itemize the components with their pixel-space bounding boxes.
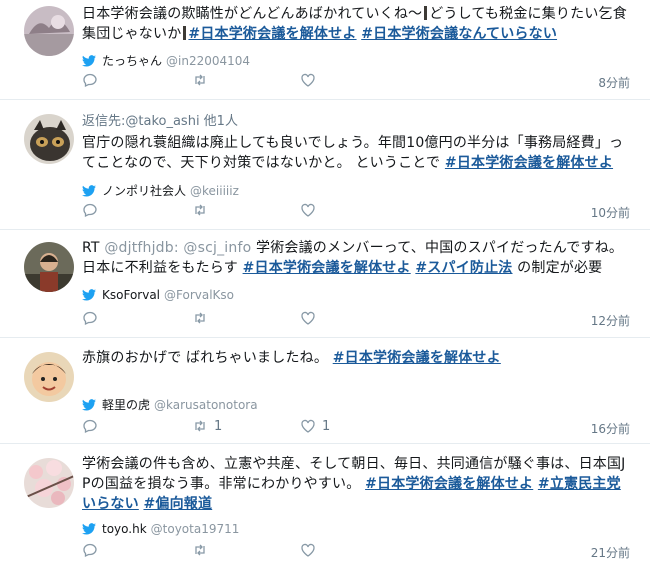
timestamp[interactable]: 21分前 xyxy=(591,544,630,561)
twitter-bird-icon xyxy=(82,523,96,535)
heart-icon xyxy=(301,311,315,325)
reply-icon xyxy=(83,203,97,218)
tweet-text: 赤旗のおかげで ばれちゃいましたね。 #日本学術会議を解体せよ xyxy=(82,348,630,368)
display-name[interactable]: 軽里の虎 xyxy=(102,396,150,413)
like-button[interactable] xyxy=(300,310,322,326)
hashtag-link[interactable]: #日本学術会議を解体せよ xyxy=(333,350,501,366)
reply-button[interactable] xyxy=(82,72,104,88)
text-span: の制定が必要 xyxy=(512,260,603,276)
retweet-icon xyxy=(195,312,205,324)
mention-text: @djtfhjdb: @scj_info xyxy=(104,240,252,256)
text-span: 日本学術会議の欺瞞性がどんどんあばかれていくね〜 xyxy=(82,6,423,22)
tweet-1[interactable]: 日本学術会議の欺瞞性がどんどんあばかれていくね〜 どうしても税金に集りたい乞食集団… xyxy=(0,0,650,100)
handle[interactable]: @toyota19711 xyxy=(151,522,240,536)
hashtag-link[interactable]: #日本学術会議なんていらない xyxy=(361,26,557,42)
timestamp[interactable]: 12分前 xyxy=(591,312,630,329)
reply-button[interactable] xyxy=(82,310,104,326)
user-info[interactable]: toyo.hk @toyota19711 xyxy=(82,522,239,536)
display-name[interactable]: toyo.hk xyxy=(102,522,147,536)
hashtag-link[interactable]: #スパイ防止法 xyxy=(415,260,512,276)
heart-icon xyxy=(301,203,315,217)
tweet-3[interactable]: RT @djtfhjdb: @scj_info 学術会議のメンバーって、中国のス… xyxy=(0,230,650,338)
avatar[interactable] xyxy=(24,6,74,56)
tweet-2[interactable]: 返信先:@tako_ashi 他1人 官庁の隠れ蓑組織は廃止しても良いでしょう。… xyxy=(0,100,650,230)
handle[interactable]: @karusatonotora xyxy=(154,398,258,412)
twitter-bird-icon xyxy=(82,54,96,67)
separator-bar-emoji xyxy=(424,6,428,20)
twitter-bird-icon xyxy=(82,289,96,301)
text-span: 赤旗のおかげで ばれちゃいましたね。 xyxy=(82,350,333,366)
reply-button[interactable] xyxy=(82,542,104,558)
heart-icon xyxy=(301,543,315,557)
tweet-text: 日本学術会議の欺瞞性がどんどんあばかれていくね〜 どうしても税金に集りたい乞食集団… xyxy=(82,4,630,44)
user-info[interactable]: たっちゃん @in22004104 xyxy=(82,52,250,69)
tweet-5[interactable]: 学術会議の件も含め、立憲や共産、そして朝日、毎日、共同通信が騒ぐ事は、日本国JP… xyxy=(0,444,650,568)
display-name[interactable]: たっちゃん xyxy=(102,52,162,69)
hashtag-link[interactable]: #偏向報道 xyxy=(143,496,212,512)
tweet-text: RT @djtfhjdb: @scj_info 学術会議のメンバーって、中国のス… xyxy=(82,238,630,278)
reply-icon xyxy=(83,311,97,326)
retweet-icon xyxy=(195,204,205,216)
avatar[interactable] xyxy=(24,242,74,292)
like-button[interactable] xyxy=(300,202,322,218)
heart-icon xyxy=(301,73,315,87)
heart-icon xyxy=(301,419,315,433)
separator-bar-emoji xyxy=(183,26,187,40)
retweet-button[interactable] xyxy=(192,72,214,88)
hashtag-link[interactable]: #日本学術会議を解体せよ xyxy=(365,476,533,492)
like-count: 1 xyxy=(322,418,331,434)
avatar[interactable] xyxy=(24,352,74,402)
reply-to-label[interactable]: 返信先:@tako_ashi 他1人 xyxy=(82,110,630,129)
retweet-icon xyxy=(195,74,205,86)
reply-button[interactable] xyxy=(82,418,104,434)
twitter-bird-icon xyxy=(82,184,96,197)
handle[interactable]: @keiiiiiz xyxy=(190,184,239,198)
retweet-button[interactable] xyxy=(192,202,214,218)
reply-button[interactable] xyxy=(82,202,104,218)
user-info[interactable]: 軽里の虎 @karusatonotora xyxy=(82,396,258,413)
retweet-icon xyxy=(195,544,205,556)
tweet-4[interactable]: 赤旗のおかげで ばれちゃいましたね。 #日本学術会議を解体せよ 軽里の虎 @ka… xyxy=(0,338,650,444)
text-span: RT xyxy=(82,240,105,256)
timestamp[interactable]: 10分前 xyxy=(591,204,630,221)
reply-icon xyxy=(83,73,97,88)
like-button[interactable] xyxy=(300,542,322,558)
retweet-button[interactable] xyxy=(192,310,214,326)
tweet-text: 学術会議の件も含め、立憲や共産、そして朝日、毎日、共同通信が騒ぐ事は、日本国JP… xyxy=(82,454,630,514)
hashtag-link[interactable]: #日本学術会議を解体せよ xyxy=(243,260,411,276)
like-button[interactable] xyxy=(300,72,322,88)
reply-icon xyxy=(83,543,97,558)
avatar[interactable] xyxy=(24,114,74,164)
twitter-bird-icon xyxy=(82,398,96,411)
like-button[interactable]: 1 xyxy=(300,418,330,434)
display-name[interactable]: ノンポリ社会人 xyxy=(102,182,186,199)
tweet-text: 官庁の隠れ蓑組織は廃止しても良いでしょう。年間10億円の半分は「事務局経費」って… xyxy=(82,133,630,173)
handle[interactable]: @in22004104 xyxy=(166,54,250,68)
timestamp[interactable]: 8分前 xyxy=(598,74,630,91)
timestamp[interactable]: 16分前 xyxy=(591,420,630,437)
reply-icon xyxy=(83,419,97,434)
retweet-button[interactable]: 1 xyxy=(192,418,222,434)
handle[interactable]: @ForvalKso xyxy=(164,288,234,302)
retweet-button[interactable] xyxy=(192,542,214,558)
user-info[interactable]: KsoForval @ForvalKso xyxy=(82,288,234,302)
retweet-count: 1 xyxy=(214,418,223,434)
user-info[interactable]: ノンポリ社会人 @keiiiiiz xyxy=(82,182,239,199)
hashtag-link[interactable]: #日本学術会議を解体せよ xyxy=(188,26,356,42)
display-name[interactable]: KsoForval xyxy=(102,288,160,302)
hashtag-link[interactable]: #日本学術会議を解体せよ xyxy=(445,155,613,171)
avatar[interactable] xyxy=(24,458,74,508)
retweet-icon xyxy=(195,420,205,432)
